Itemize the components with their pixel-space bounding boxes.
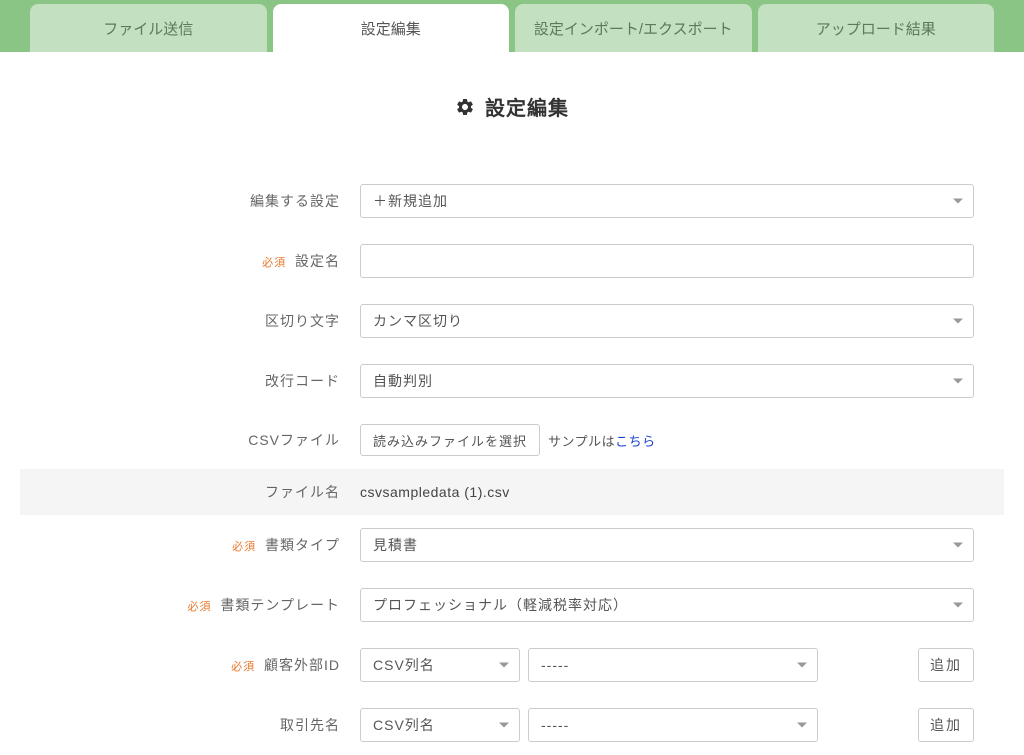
select-partner-csv-column[interactable]: CSV列名 <box>360 708 520 742</box>
required-badge: 必須 <box>188 601 212 613</box>
select-newline[interactable]: 自動判別 <box>360 364 974 398</box>
setting-name-input[interactable] <box>360 244 974 278</box>
row-newline: 改行コード 自動判別 <box>20 351 1004 411</box>
select-value: ＋新規追加 <box>373 191 448 211</box>
select-value: プロフェッショナル（軽減税率対応） <box>373 595 628 615</box>
label-doc-type: 必須 書類タイプ <box>20 535 360 555</box>
tab-label: アップロード結果 <box>816 18 936 39</box>
select-doc-type[interactable]: 見積書 <box>360 528 974 562</box>
select-value: カンマ区切り <box>373 311 463 331</box>
label-partner-name: 取引先名 <box>20 715 360 735</box>
label-setting-name: 必須 設定名 <box>20 251 360 271</box>
page-title-text: 設定編集 <box>485 92 569 121</box>
page-title: 設定編集 <box>0 92 1024 121</box>
label-customer-ext-id: 必須 顧客外部ID <box>20 655 360 675</box>
chevron-down-icon <box>953 199 963 204</box>
chevron-down-icon <box>953 379 963 384</box>
tabs-bar: ファイル送信 設定編集 設定インポート/エクスポート アップロード結果 <box>0 0 1024 52</box>
select-value: 見積書 <box>373 535 418 555</box>
sample-link[interactable]: こちら <box>615 434 656 449</box>
tab-label: ファイル送信 <box>103 18 193 39</box>
row-delimiter: 区切り文字 カンマ区切り <box>20 291 1004 351</box>
label-doc-template: 必須 書類テンプレート <box>20 595 360 615</box>
chevron-down-icon <box>499 663 509 668</box>
chevron-down-icon <box>953 603 963 608</box>
settings-form: 編集する設定 ＋新規追加 必須 設定名 区切り文字 カンマ区切り 改行コード <box>0 171 1024 755</box>
file-name-value: csvsampledata (1).csv <box>360 484 510 500</box>
select-delimiter[interactable]: カンマ区切り <box>360 304 974 338</box>
row-edit-setting: 編集する設定 ＋新規追加 <box>20 171 1004 231</box>
select-doc-template[interactable]: プロフェッショナル（軽減税率対応） <box>360 588 974 622</box>
row-partner-name: 取引先名 CSV列名 ----- 追加 <box>20 695 1004 755</box>
chevron-down-icon <box>797 663 807 668</box>
select-value: ----- <box>541 717 569 733</box>
sample-text: サンプルはこちら <box>548 431 656 450</box>
label-file-name: ファイル名 <box>20 482 360 502</box>
tab-settings-edit[interactable]: 設定編集 <box>273 4 510 52</box>
row-file-name: ファイル名 csvsampledata (1).csv <box>20 469 1004 515</box>
row-customer-ext-id: 必須 顧客外部ID CSV列名 ----- 追加 <box>20 635 1004 695</box>
label-newline: 改行コード <box>20 371 360 391</box>
select-value: CSV列名 <box>373 655 435 675</box>
tab-label: 設定インポート/エクスポート <box>534 18 733 39</box>
add-customer-button[interactable]: 追加 <box>918 648 974 682</box>
select-value: ----- <box>541 657 569 673</box>
select-customer-csv-column[interactable]: CSV列名 <box>360 648 520 682</box>
tab-import-export[interactable]: 設定インポート/エクスポート <box>515 4 752 52</box>
row-doc-type: 必須 書類タイプ 見積書 <box>20 515 1004 575</box>
tab-label: 設定編集 <box>361 18 421 39</box>
row-csv-file: CSVファイル 読み込みファイルを選択 サンプルはこちら <box>20 411 1004 469</box>
chevron-down-icon <box>953 319 963 324</box>
row-doc-template: 必須 書類テンプレート プロフェッショナル（軽減税率対応） <box>20 575 1004 635</box>
select-value: CSV列名 <box>373 715 435 735</box>
required-badge: 必須 <box>262 257 286 269</box>
select-value: 自動判別 <box>373 371 433 391</box>
label-csv-file: CSVファイル <box>20 430 360 450</box>
tab-file-send[interactable]: ファイル送信 <box>30 4 267 52</box>
gear-icon <box>455 97 475 117</box>
chevron-down-icon <box>953 543 963 548</box>
select-edit-setting[interactable]: ＋新規追加 <box>360 184 974 218</box>
select-partner-value[interactable]: ----- <box>528 708 818 742</box>
select-customer-value[interactable]: ----- <box>528 648 818 682</box>
file-select-button[interactable]: 読み込みファイルを選択 <box>360 424 540 456</box>
required-badge: 必須 <box>232 541 256 553</box>
chevron-down-icon <box>797 723 807 728</box>
label-edit-setting: 編集する設定 <box>20 191 360 211</box>
tab-upload-result[interactable]: アップロード結果 <box>758 4 995 52</box>
required-badge: 必須 <box>231 661 255 673</box>
chevron-down-icon <box>499 723 509 728</box>
row-setting-name: 必須 設定名 <box>20 231 1004 291</box>
add-partner-button[interactable]: 追加 <box>918 708 974 742</box>
label-delimiter: 区切り文字 <box>20 311 360 331</box>
